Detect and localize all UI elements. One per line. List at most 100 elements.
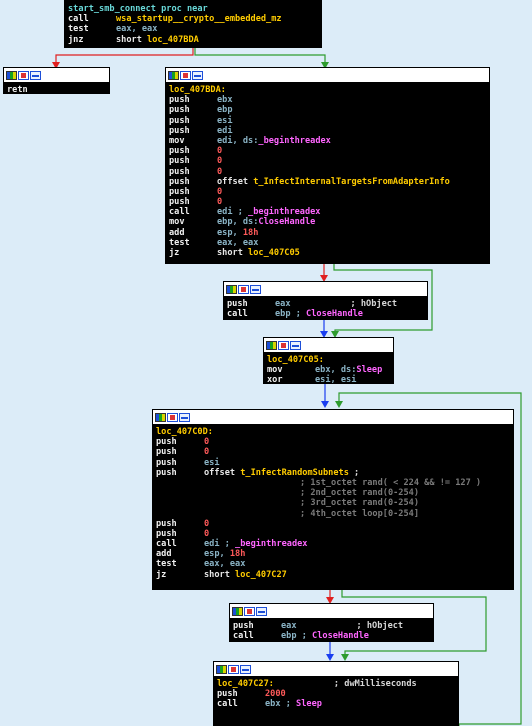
block-closehandle-2[interactable]: push eax ; hObject call ebp ; CloseHandle	[229, 603, 434, 642]
code-line[interactable]: call edi ; _beginthreadex	[169, 207, 486, 217]
code-line[interactable]: push 0	[156, 447, 510, 457]
operand: ebx, ds:	[315, 365, 357, 376]
operand: offset	[217, 176, 254, 187]
code-line[interactable]: push offset t_InfectInternalTargetsFromAd…	[169, 177, 486, 187]
code-line[interactable]: mov edi, ds:_beginthreadex	[169, 136, 486, 146]
block-retn[interactable]: retn	[3, 67, 110, 94]
mnemonic: push	[156, 457, 177, 468]
code-line[interactable]: call edi ; _beginthreadex	[156, 539, 510, 549]
mnemonic: add	[156, 549, 172, 560]
mnemonic: push	[156, 518, 177, 529]
code-line[interactable]: push ebp	[169, 105, 486, 115]
code-line[interactable]: xor esi, esi	[267, 375, 390, 384]
code-line[interactable]: push edi	[169, 126, 486, 136]
code-line[interactable]: push 0	[169, 167, 486, 177]
code-line[interactable]: push esi	[169, 116, 486, 126]
mnemonic: call	[227, 309, 248, 320]
operand: ebx ;	[265, 699, 297, 710]
code-line[interactable]: push 0	[156, 529, 510, 539]
block-start[interactable]: start_smb_connect proc near call wsa_start…	[64, 0, 322, 48]
code-line[interactable]: call ebp ; CloseHandle	[227, 309, 424, 319]
code-line[interactable]: add esp, 18h	[169, 228, 486, 238]
operand: 0	[217, 146, 223, 157]
block-label[interactable]: loc_407BDA:	[169, 85, 486, 95]
block-loc-407c0d[interactable]: loc_407C0D: push 0 push 0 push esi push offset t…	[152, 409, 514, 590]
operand: ebp, ds:	[217, 217, 259, 228]
block-loc-407c27[interactable]: loc_407C27: ; dwMilliseconds push 2000 call e…	[213, 661, 459, 726]
code-line[interactable]: push 0	[169, 187, 486, 197]
line-comment: ; 4th_octet loop[0-254]	[300, 508, 419, 519]
mnemonic: push	[233, 621, 254, 631]
block-label[interactable]: loc_407C05:	[267, 355, 390, 365]
code-line[interactable]: push offset t_InfectRandomSubnets ;	[156, 468, 510, 478]
operand-ref: CloseHandle	[306, 309, 363, 320]
operand-ref: loc_407C27	[235, 569, 287, 580]
code-line[interactable]: start_smb_connect proc near	[68, 4, 318, 14]
block-header	[264, 338, 393, 353]
loc-label: loc_407BDA:	[169, 85, 226, 95]
code-line[interactable]: mov ebp, ds:CloseHandle	[169, 217, 486, 227]
code-line[interactable]: push 2000	[217, 689, 455, 699]
code-line[interactable]: call ebx ; Sleep	[217, 699, 455, 709]
operand-ref: Sleep	[296, 699, 322, 710]
window-icon	[250, 284, 261, 294]
operand: 0	[217, 156, 223, 167]
mnemonic: mov	[169, 135, 185, 146]
mnemonic: add	[169, 227, 185, 238]
mnemonic: push	[169, 105, 190, 116]
block-label[interactable]: loc_407C27: ; dwMilliseconds	[217, 679, 455, 689]
operand: short	[217, 248, 249, 258]
graph-icon	[232, 606, 243, 616]
window-icon	[192, 70, 203, 80]
operand-ref: loc_407C05	[248, 248, 300, 258]
mnemonic: push	[169, 156, 190, 167]
code-line[interactable]: test eax, eax	[68, 24, 318, 34]
operand: ebp ;	[281, 631, 313, 642]
edit-icon	[278, 340, 289, 350]
code-line[interactable]: push 0	[156, 437, 510, 447]
mnemonic: mov	[169, 217, 185, 228]
block-loc-407bda[interactable]: loc_407BDA: push ebx push ebp push esi push edi m…	[165, 67, 490, 264]
loc-label: loc_407C0D:	[156, 427, 213, 437]
operand: ebp ;	[275, 309, 307, 320]
code-line[interactable]: push ebx	[169, 95, 486, 105]
operand: eax, eax	[204, 559, 246, 570]
code-line[interactable]: mov ebx, ds:Sleep	[267, 365, 390, 375]
code-line[interactable]: push 0	[169, 156, 486, 166]
operand: 0	[204, 447, 210, 458]
operand: esi, esi	[315, 375, 357, 384]
code-line[interactable]: push 0	[156, 519, 510, 529]
code-line[interactable]: ; 3rd_octet rand(0-254)	[156, 498, 510, 508]
line-comment: ; 1st_octet rand( < 224 && != 127 )	[300, 477, 482, 488]
edge-true-start-loc407bda	[194, 48, 329, 69]
line-comment: ;	[348, 467, 360, 478]
code-line[interactable]: test eax, eax	[169, 238, 486, 248]
code-line[interactable]: retn	[7, 85, 106, 93]
operand-ref: t_InfectInternalTargetsFromAdapterInfo	[253, 176, 450, 187]
code-line[interactable]: push eax ; hObject	[233, 621, 430, 631]
block-label[interactable]: loc_407C0D:	[156, 427, 510, 437]
edge-false-loc407c0d-close2	[326, 590, 334, 604]
mnemonic: push	[169, 176, 190, 187]
code-line[interactable]: add esp, 18h	[156, 549, 510, 559]
code-line[interactable]: push esi	[156, 458, 510, 468]
edit-icon	[228, 664, 239, 674]
code-line[interactable]: call wsa_startup__crypto__embedded_mz	[68, 14, 318, 24]
operand: ebp	[217, 105, 233, 116]
code-line[interactable]: push 0	[169, 146, 486, 156]
code-line[interactable]: ; 4th_octet loop[0-254]	[156, 509, 510, 519]
block-loc-407c05[interactable]: loc_407C05: mov ebx, ds:Sleep xor esi, esi	[263, 337, 394, 384]
code-line[interactable]: jnz short loc_407BDA	[68, 35, 318, 45]
code-line[interactable]: push 0	[169, 197, 486, 207]
operand: 0	[204, 518, 210, 529]
block-closehandle-1[interactable]: push eax ; hObject call ebp ; CloseHandle	[223, 281, 428, 320]
code-line[interactable]: push eax ; hObject	[227, 299, 424, 309]
block-header	[166, 68, 489, 83]
code-line[interactable]: ; 1st_octet rand( < 224 && != 127 )	[156, 478, 510, 488]
code-line[interactable]: ; 2nd_octet rand(0-254)	[156, 488, 510, 498]
code-line[interactable]: jz short loc_407C27	[156, 570, 510, 580]
code-line[interactable]: jz short loc_407C05	[169, 248, 486, 258]
code-line[interactable]: call ebp ; CloseHandle	[233, 631, 430, 641]
mnemonic: push	[169, 186, 190, 197]
code-line[interactable]: test eax, eax	[156, 559, 510, 569]
